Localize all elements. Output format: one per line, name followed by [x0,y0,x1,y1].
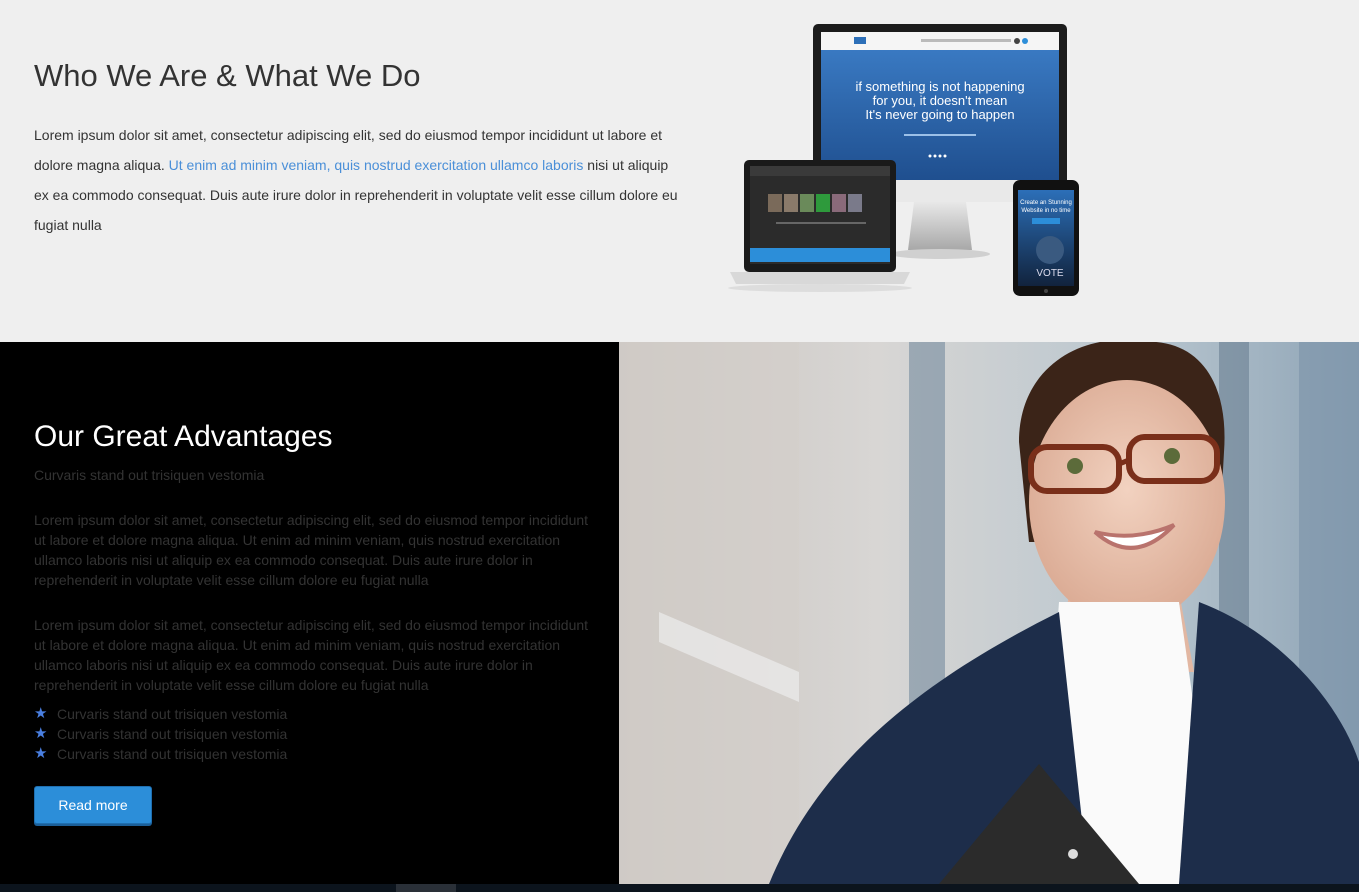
feature-label: Curvaris stand out trisiquen vestomia [57,746,288,762]
advantages-title: Our Great Advantages [34,420,333,453]
list-item: ★ Curvaris stand out trisiquen vestomia [34,724,287,744]
feature-label: Curvaris stand out trisiquen vestomia [57,706,288,722]
about-link[interactable]: Ut enim ad minim veniam, quis nostrud ex… [169,157,584,173]
about-section: Who We Are & What We Do Lorem ipsum dolo… [0,0,1359,342]
about-text: Lorem ipsum dolor sit amet, consectetur … [34,120,684,240]
advantages-section: Our Great Advantages Curvaris stand out … [0,342,619,884]
advantages-subtitle: Curvaris stand out trisiquen vestomia [34,467,265,483]
feature-label: Curvaris stand out trisiquen vestomia [57,726,288,742]
monitor-headline-2: for you, it doesn't mean [873,93,1008,108]
list-item: ★ Curvaris stand out trisiquen vestomia [34,744,287,764]
phone-graphic: Create an Stunning Website in no time VO… [1013,180,1079,296]
star-icon: ★ [34,745,48,762]
advantages-paragraph-1: Lorem ipsum dolor sit amet, consectetur … [34,512,589,588]
footer-bar [0,884,1359,892]
monitor-headline-1: if something is not happening [855,79,1024,94]
monitor-headline-3: It's never going to happen [865,107,1014,122]
advantages-paragraph-2: Lorem ipsum dolor sit amet, consectetur … [34,617,589,693]
star-icon: ★ [34,705,48,722]
laptop-graphic [728,160,912,292]
scroll-indicator[interactable] [396,884,456,892]
about-title: Who We Are & What We Do [34,58,421,93]
devices-illustration: if something is not happening for you, i… [716,18,1086,308]
phone-vote: VOTE [1036,268,1064,279]
businesswoman-photo [619,342,1359,884]
phone-text-1: Create an Stunning [1020,200,1072,206]
list-item: ★ Curvaris stand out trisiquen vestomia [34,704,287,724]
star-icon: ★ [34,725,48,742]
features-list: ★ Curvaris stand out trisiquen vestomia ★… [34,704,287,764]
read-more-button[interactable]: Read more [34,786,152,824]
phone-text-2: Website in no time [1021,208,1071,214]
